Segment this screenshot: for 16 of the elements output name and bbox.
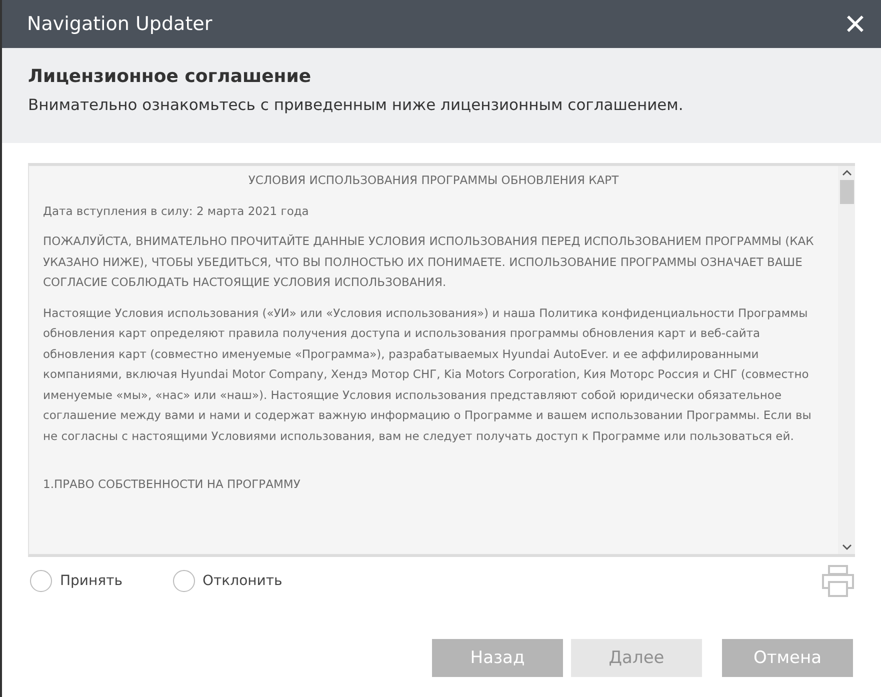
scroll-down-icon[interactable] — [842, 544, 852, 550]
agreement-paragraph: Настоящие Условия использования («УИ» или «Условия использования») и наша Политика конфиденциальности Программы обновления карт определяют правила получения доступа и использования программы обновления карт и веб-сайта обновления карт (совместно именуемые «Программа»), разрабатываемых Hyundai AutoEver. и ее аффилированными компаниями, включая Hyundai Motor Company, Хендэ Мотор СНГ, Kia Motors Corporation, Кия Моторс Россия и СНГ (совместно именуемые «мы», «нас» или «наш»). Настоящие Условия использования представляют собой юридически обязательное соглашение между вами и нами и содержат важную информацию о Программе и вашем использовании Программы. Если вы не согласны с настоящими Условиями использования, вам не следует получать доступ к Программе или пользоваться ей. — [43, 304, 812, 444]
agreement-paragraph: ПОЖАЛУЙСТА, ВНИМАТЕЛЬНО ПРОЧИТАЙТЕ ДАННЫЕ УСЛОВИЯ ИСПОЛЬЗОВАНИЯ ПЕРЕД ИСПОЛЬЗОВАНИЕМ ПРОГРАММЫ (КАК УКАЗАНО НИЖЕ), ЧТОБЫ УБЕДИТЬСЯ, ЧТО ВЫ ПОЛНОСТЬЮ ИХ ПОНИМАЕТЕ. ИСПОЛЬЗОВАНИЕ ПРОГРАММЫ ОЗНАЧАЕТ ВАШЕ СОГЛАСИЕ СОБЛЮДАТЬ НАСТОЯЩИЕ УСЛОВИЯ ИСПОЛЬЗОВАНИЯ. — [43, 233, 815, 291]
scrollbar[interactable] — [838, 166, 855, 554]
radio-option[interactable]: Принять — [30, 570, 122, 592]
scroll-thumb[interactable] — [840, 180, 854, 204]
radio-option[interactable]: Отклонить — [172, 570, 282, 592]
section-heading: 1.ПРАВО СОБСТВЕННОСТИ НА ПРОГРАММУ — [43, 476, 302, 493]
page-title: Лицензионное соглашение — [28, 66, 312, 87]
scroll-up-icon[interactable] — [842, 170, 852, 176]
agreement-heading: УСЛОВИЯ ИСПОЛЬЗОВАНИЯ ПРОГРАММЫ ОБНОВЛЕНИЯ КАРТ — [247, 172, 620, 189]
page-subtitle: Внимательно ознакомьтесь с приведенным ниже лицензионным соглашением. — [28, 96, 684, 114]
printer-icon[interactable] — [821, 565, 855, 597]
close-button[interactable]: ✕ — [833, 2, 877, 46]
window-title: Navigation Updater — [27, 13, 212, 35]
agreement-paragraph: Дата вступления в силу: 2 марта 2021 года — [43, 202, 310, 220]
